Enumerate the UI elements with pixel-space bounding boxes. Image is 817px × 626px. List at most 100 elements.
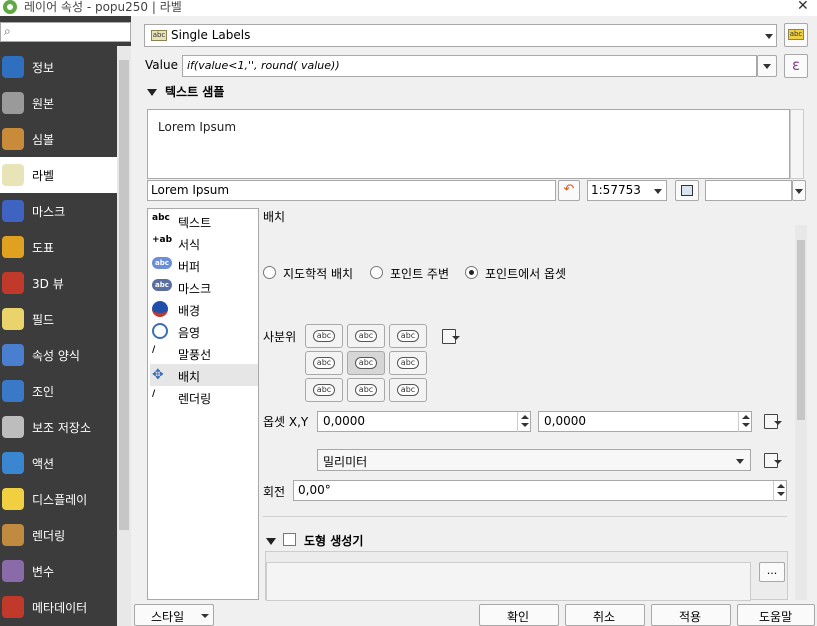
symbology-icon: [2, 128, 24, 150]
spinner-icon[interactable]: [773, 481, 787, 501]
mask-icon: [2, 200, 24, 222]
offset-label: 옵셋 X,Y: [263, 415, 309, 429]
offset-y-input[interactable]: 0,0000: [538, 411, 752, 432]
reset-sample-icon[interactable]: ↶: [558, 180, 580, 201]
sub-tab-item[interactable]: 음영: [150, 320, 258, 342]
sidebar-item[interactable]: 심볼: [0, 121, 117, 157]
expression-builder-button[interactable]: ...: [759, 562, 785, 582]
quadrant-button[interactable]: abc: [305, 324, 343, 348]
value-expression-input[interactable]: if(value<1,'', round( value)): [182, 55, 757, 77]
sidebar-item[interactable]: 정보: [0, 49, 117, 85]
scale-combo[interactable]: 1:57753: [587, 180, 667, 201]
placement-radio[interactable]: [370, 266, 383, 279]
quadrant-button[interactable]: abc: [347, 324, 385, 348]
sample-text-input[interactable]: Lorem Ipsum: [147, 180, 556, 201]
sidebar-item[interactable]: 변수: [0, 553, 117, 589]
sidebar-scrollbar[interactable]: [117, 46, 131, 626]
sub-tab-label: 음영: [178, 326, 201, 340]
quadrant-button[interactable]: abc: [347, 351, 385, 375]
quadrant-button[interactable]: abc: [305, 351, 343, 375]
sidebar-item[interactable]: 속성 양식: [0, 337, 117, 373]
offset-x-input[interactable]: 0,0000: [317, 411, 531, 432]
sidebar-item-label: 도표: [32, 241, 55, 255]
value-label: Value: [145, 58, 178, 72]
shadow-icon: [152, 323, 168, 339]
style-menu-button[interactable]: 스타일: [134, 604, 214, 626]
data-defined-override-icon[interactable]: [762, 451, 782, 469]
sub-tab-item[interactable]: ∕ 렌더링: [150, 386, 258, 408]
placement-radio[interactable]: [465, 266, 478, 279]
cancel-button[interactable]: 취소: [565, 604, 645, 626]
data-defined-override-icon[interactable]: [440, 327, 460, 345]
data-defined-override-icon[interactable]: [762, 412, 782, 430]
geometry-expression-editor[interactable]: [266, 562, 751, 601]
geometry-generator-checkbox[interactable]: [283, 533, 296, 546]
expression-epsilon-button[interactable]: ε: [784, 54, 808, 78]
spinner-icon[interactable]: [738, 412, 752, 432]
sidebar-item[interactable]: 조인: [0, 373, 117, 409]
sidebar-item[interactable]: 필드: [0, 301, 117, 337]
sidebar-item-label: 원본: [32, 97, 55, 111]
sidebar-search-input[interactable]: ⌕: [0, 22, 131, 42]
text-sample-heading: 텍스트 샘플: [165, 85, 225, 99]
sub-tab-item[interactable]: ✥ 배치: [150, 364, 258, 386]
quadrant-button[interactable]: abc: [347, 378, 385, 402]
sidebar-item[interactable]: 라벨: [0, 157, 117, 193]
value-dropdown-button[interactable]: [757, 55, 777, 77]
sidebar-item[interactable]: 보조 저장소: [0, 409, 117, 445]
collapse-triangle-icon[interactable]: [266, 538, 276, 545]
sub-tab-item[interactable]: ∕ 말풍선: [150, 342, 258, 364]
label-mode-combo[interactable]: abc Single Labels: [144, 24, 777, 47]
map-scale-picker-icon[interactable]: [675, 180, 699, 201]
sidebar-item[interactable]: 메타데이터: [0, 589, 117, 625]
sub-tab-item[interactable]: abc 마스크: [150, 276, 258, 298]
quadrant-button[interactable]: abc: [305, 378, 343, 402]
sidebar: ⌕ 정보원본심볼 라벨 마스크도표 3D 뷰필드속성 양식조인보조 저장소액션 디스플레…: [0, 16, 131, 626]
close-icon[interactable]: ✕: [797, 0, 809, 14]
rotation-input[interactable]: 0,00°: [293, 480, 787, 501]
sidebar-item[interactable]: 도표: [0, 229, 117, 265]
quadrant-button[interactable]: abc: [389, 324, 427, 348]
sub-tab-item[interactable]: 배경: [150, 298, 258, 320]
offset-unit-combo[interactable]: 밀리미터: [317, 449, 751, 471]
help-button[interactable]: 도움말: [737, 604, 815, 626]
text-sample-preview: Lorem Ipsum: [147, 109, 790, 179]
text-icon: abc: [152, 213, 170, 223]
sidebar-item[interactable]: 원본: [0, 85, 117, 121]
sub-tab-label: 버퍼: [178, 260, 201, 274]
sidebar-item[interactable]: 렌더링: [0, 517, 117, 553]
background-icon: [152, 301, 168, 317]
placement-scrollbar[interactable]: [795, 225, 807, 600]
spinner-icon[interactable]: [517, 412, 531, 432]
sidebar-item-label: 정보: [32, 61, 55, 75]
placement-radio-label: 포인트에서 옵셋: [485, 267, 567, 281]
chevron-down-icon: [765, 34, 773, 39]
preview-scrollbar[interactable]: [790, 109, 804, 179]
attributes-form-icon: [2, 344, 24, 366]
sidebar-item-label: 보조 저장소: [32, 421, 92, 435]
abc-settings-icon: abc: [788, 29, 804, 40]
source-icon: [2, 92, 24, 114]
sub-tab-item[interactable]: abc 텍스트: [150, 210, 258, 232]
sub-tab-item[interactable]: +ab 서식: [150, 232, 258, 254]
placement-radio[interactable]: [263, 266, 276, 279]
buffer-icon: abc: [152, 257, 172, 269]
rendering-icon: [2, 524, 24, 546]
sidebar-item[interactable]: 디스플레이: [0, 481, 117, 517]
quadrant-button[interactable]: abc: [389, 378, 427, 402]
quadrant-button[interactable]: abc: [389, 351, 427, 375]
fields-icon: [2, 308, 24, 330]
sidebar-item-label: 필드: [32, 313, 55, 327]
color-dropdown-button[interactable]: [792, 180, 806, 201]
sidebar-item[interactable]: 마스크: [0, 193, 117, 229]
apply-button[interactable]: 적용: [651, 604, 731, 626]
collapse-triangle-icon[interactable]: [147, 89, 157, 96]
sub-tab-item[interactable]: abc 버퍼: [150, 254, 258, 276]
sidebar-item-label: 조인: [32, 385, 55, 399]
ok-button[interactable]: 확인: [479, 604, 559, 626]
sidebar-item[interactable]: 액션: [0, 445, 117, 481]
sample-background-color[interactable]: [705, 180, 792, 201]
diagram-icon: [2, 236, 24, 258]
sidebar-item[interactable]: 3D 뷰: [0, 265, 117, 301]
label-settings-button[interactable]: abc: [784, 23, 808, 47]
